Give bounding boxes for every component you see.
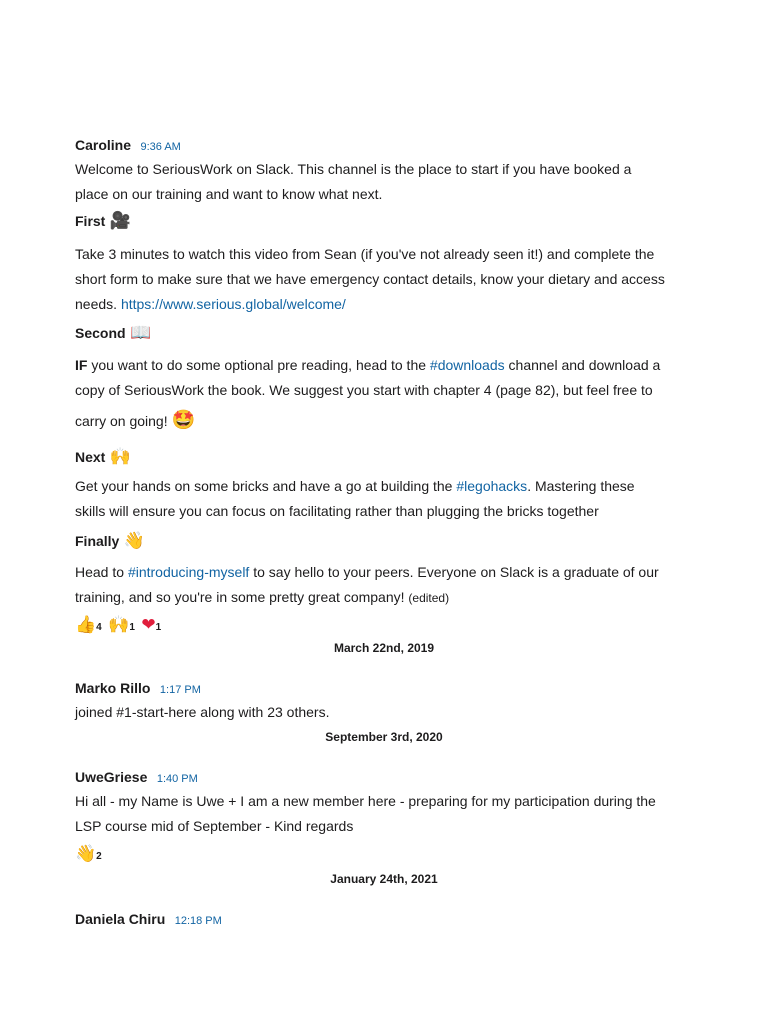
timestamp[interactable]: 1:40 PM (157, 773, 198, 785)
text-span: needs. (75, 296, 121, 312)
text-line: place on our training and want to know w… (75, 186, 383, 202)
section-text-next: Get your hands on some bricks and have a… (75, 474, 635, 524)
reaction-count: 1 (155, 622, 162, 633)
timestamp[interactable]: 12:18 PM (175, 915, 222, 927)
reaction-count: 1 (129, 622, 135, 633)
text-span: Head to (75, 564, 128, 580)
text-line: Take 3 minutes to watch this video from … (75, 246, 655, 262)
channel-link-introducing-myself[interactable]: #introducing-myself (128, 564, 249, 580)
section-text-finally: Head to #introducing-myself to say hello… (75, 560, 659, 611)
text-line: Get your hands on some bricks and have a… (75, 474, 635, 499)
timestamp[interactable]: 1:17 PM (160, 684, 201, 696)
text-line: Head to #introducing-myself to say hello… (75, 560, 659, 585)
section-heading-finally: Finally 👋 (75, 532, 145, 551)
message-text: Welcome to SeriousWork on Slack. This ch… (75, 157, 631, 207)
message-text: Hi all - my Name is Uwe + I am a new mem… (75, 789, 656, 839)
author-name[interactable]: Caroline (75, 137, 131, 153)
open-book-icon: 📖 (130, 323, 152, 342)
reaction-thumbs-up[interactable]: 👍 4 (75, 616, 102, 633)
edited-label: (edited) (408, 591, 450, 605)
author-name[interactable]: Marko Rillo (75, 680, 150, 696)
reaction-count: 2 (96, 851, 102, 862)
message-header-uwe: UweGriese 1:40 PM (75, 769, 198, 787)
text-span: channel and download a (504, 357, 661, 373)
channel-link-downloads[interactable]: #downloads (430, 357, 505, 373)
heading-text: Finally (75, 533, 120, 549)
text-line: copy of SeriousWork the book. We suggest… (75, 382, 653, 398)
reaction-raised-hands[interactable]: 🙌 1 (108, 616, 135, 633)
text-span: to say hello to your peers. Everyone on … (249, 564, 659, 580)
text-line: carry on going! 🤩 (75, 409, 660, 434)
section-heading-second: Second 📖 (75, 324, 151, 343)
text-span: carry on going! (75, 413, 172, 429)
text-line: LSP course mid of September - Kind regar… (75, 818, 354, 834)
text-span: . Mastering these (527, 478, 635, 494)
text-span: Get your hands on some bricks and have a… (75, 478, 457, 494)
channel-link-legohacks[interactable]: #legohacks (456, 478, 527, 494)
author-name[interactable]: UweGriese (75, 769, 147, 785)
timestamp[interactable]: 9:36 AM (140, 141, 180, 153)
section-text-second: IF you want to do some optional pre read… (75, 353, 660, 434)
video-camera-icon: 🎥 (109, 211, 131, 230)
reactions-bar: 👋 2 (75, 845, 104, 864)
reactions-bar: 👍 4 🙌 1 ❤ 1 (75, 616, 163, 635)
message-header-daniela: Daniela Chiru 12:18 PM (75, 911, 222, 929)
message-header-marko: Marko Rillo 1:17 PM (75, 680, 201, 698)
author-name[interactable]: Daniela Chiru (75, 911, 165, 927)
text-line: training, and so you're in some pretty g… (75, 585, 659, 611)
message-header-caroline: Caroline 9:36 AM (75, 137, 181, 155)
thumbs-up-icon: 👍 (75, 615, 97, 634)
text-line: skills will ensure you can focus on faci… (75, 503, 599, 519)
section-heading-next: Next 🙌 (75, 448, 131, 467)
heart-icon: ❤ (141, 615, 156, 634)
waving-hand-icon: 👋 (75, 844, 97, 863)
waving-hand-icon: 👋 (123, 531, 145, 550)
heading-text: Next (75, 449, 106, 465)
text-span: training, and so you're in some pretty g… (75, 589, 409, 605)
text-line: IF you want to do some optional pre read… (75, 353, 660, 378)
text-line: Hi all - my Name is Uwe + I am a new mem… (75, 793, 656, 809)
date-divider: September 3rd, 2020 (325, 730, 443, 744)
section-heading-first: First 🎥 (75, 212, 131, 231)
message-text: joined #1-start-here along with 23 other… (75, 704, 330, 720)
reaction-count: 4 (96, 622, 102, 633)
date-divider: March 22nd, 2019 (333, 641, 435, 655)
welcome-link[interactable]: https://www.serious.global/welcome/ (121, 296, 346, 312)
text-line: Welcome to SeriousWork on Slack. This ch… (75, 161, 632, 177)
if-bold: IF (75, 357, 88, 373)
reaction-heart[interactable]: ❤ 1 (141, 616, 161, 633)
heading-text: Second (75, 325, 126, 341)
raised-hands-icon: 🙌 (109, 447, 131, 466)
reaction-waving-hand[interactable]: 👋 2 (75, 845, 102, 862)
text-line: needs. https://www.serious.global/welcom… (75, 292, 665, 317)
raised-hands-icon: 🙌 (108, 615, 130, 634)
heading-text: First (75, 213, 106, 229)
date-divider: January 24th, 2021 (330, 872, 438, 886)
text-line: short form to make sure that we have eme… (75, 271, 665, 287)
text-span: you want to do some optional pre reading… (87, 357, 430, 373)
star-struck-icon: 🤩 (171, 410, 196, 431)
section-text-first: Take 3 minutes to watch this video from … (75, 242, 665, 317)
